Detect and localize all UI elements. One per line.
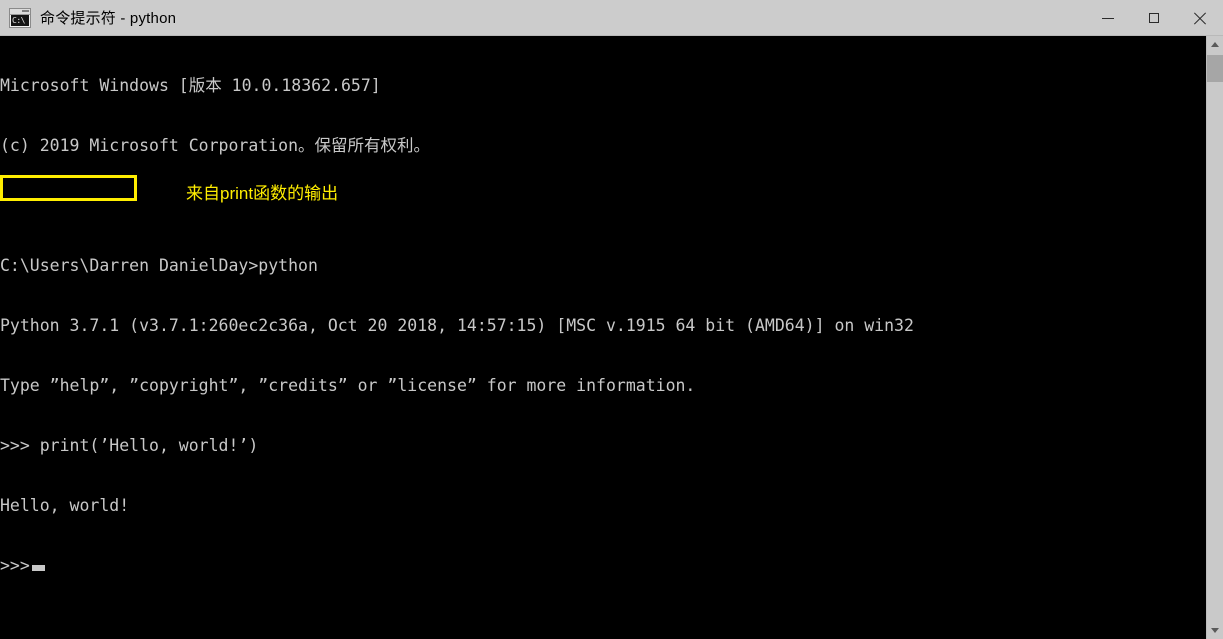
console-line: Type ”help”, ”copyright”, ”credits” or ”… bbox=[0, 376, 696, 395]
maximize-button[interactable] bbox=[1131, 0, 1177, 35]
console-line: Python 3.7.1 (v3.7.1:260ec2c36a, Oct 20 … bbox=[0, 316, 914, 335]
console-icon: C:\ bbox=[9, 7, 31, 28]
command-prompt-window: C:\ 命令提示符 - python Microsoft Windows [版本… bbox=[0, 0, 1223, 639]
console-line: (c) 2019 Microsoft Corporation。保留所有权利。 bbox=[0, 136, 431, 155]
window-title: 命令提示符 - python bbox=[40, 10, 177, 27]
console-line: Microsoft Windows [版本 10.0.18362.657] bbox=[0, 76, 381, 95]
prompt-text: >>> bbox=[0, 556, 30, 575]
console-output-area[interactable]: Microsoft Windows [版本 10.0.18362.657] (c… bbox=[0, 36, 1206, 639]
scroll-up-button[interactable] bbox=[1207, 36, 1223, 53]
scroll-up-arrow-icon bbox=[1211, 42, 1219, 47]
vertical-scrollbar[interactable] bbox=[1206, 36, 1223, 639]
text-cursor bbox=[31, 565, 45, 571]
console-text: Microsoft Windows [版本 10.0.18362.657] (c… bbox=[0, 36, 914, 616]
window-controls bbox=[1085, 0, 1223, 35]
console-line-output: Hello, world! bbox=[0, 496, 130, 515]
annotation-callout: 来自print函数的输出 bbox=[186, 184, 339, 203]
console-line-command: >>> print(’Hello, world!’) bbox=[0, 436, 259, 455]
console-line: C:\Users\Darren DanielDay>python bbox=[0, 256, 318, 275]
close-icon bbox=[1193, 11, 1207, 25]
minimize-button[interactable] bbox=[1085, 0, 1131, 35]
title-bar[interactable]: C:\ 命令提示符 - python bbox=[0, 0, 1223, 36]
scroll-down-button[interactable] bbox=[1207, 622, 1223, 639]
scrollbar-thumb[interactable] bbox=[1207, 55, 1223, 82]
close-button[interactable] bbox=[1177, 0, 1223, 35]
scroll-down-arrow-icon bbox=[1211, 628, 1219, 633]
console-icon-screen: C:\ bbox=[11, 14, 29, 26]
minimize-icon bbox=[1101, 11, 1115, 25]
maximize-icon bbox=[1147, 11, 1161, 25]
console-prompt-line: >>> bbox=[0, 556, 914, 576]
